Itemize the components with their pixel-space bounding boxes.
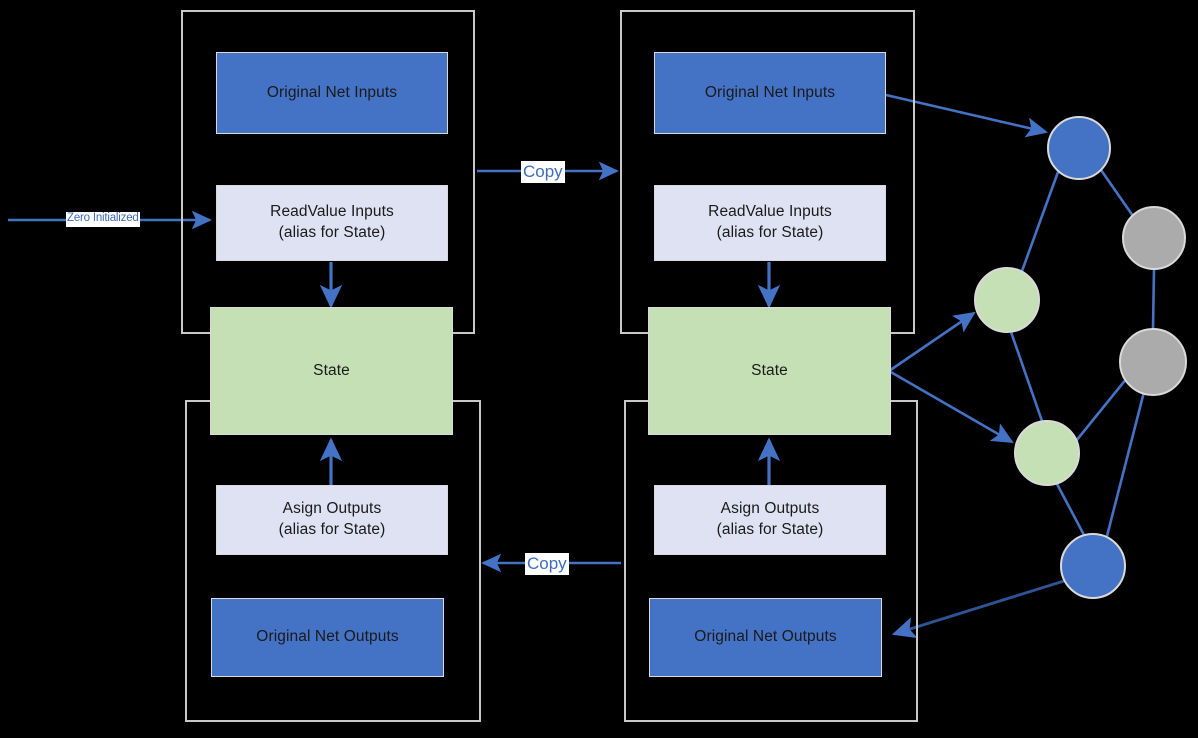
graph-edge-n4-n5 xyxy=(1074,377,1129,442)
graph-edge-n3-n5 xyxy=(1009,331,1044,422)
copy-bottom-label: Copy xyxy=(525,553,569,575)
graph-edge-n1-n2 xyxy=(1099,169,1135,217)
graph-edges xyxy=(1009,169,1156,537)
left-readvalue-inputs-box: ReadValue Inputs (alias for State) xyxy=(216,185,448,261)
copy-top-label: Copy xyxy=(521,161,565,183)
graph-edge-n5-n6 xyxy=(1055,483,1086,536)
graph-node-gray-upper xyxy=(1122,206,1186,270)
diagram-canvas: Original Net Inputs ReadValue Inputs (al… xyxy=(0,0,1198,738)
graph-node-blue-bottom xyxy=(1060,533,1126,599)
graph-edge-n1-n3 xyxy=(1020,171,1060,272)
graph-edge-n4-n6 xyxy=(1105,391,1146,537)
left-original-net-outputs-box: Original Net Outputs xyxy=(211,598,444,677)
connector-layer xyxy=(8,93,1156,639)
graph-node-gray-lower xyxy=(1119,328,1187,396)
graph-node-green-lower xyxy=(1014,420,1080,486)
left-state-box: State xyxy=(210,307,453,435)
graph-node-blue-top xyxy=(1047,116,1111,180)
right-original-net-inputs-box: Original Net Inputs xyxy=(654,52,886,134)
graph-node-layer xyxy=(974,116,1187,599)
edge-node6-to-outputs xyxy=(891,579,1065,639)
left-asign-outputs-box: Asign Outputs (alias for State) xyxy=(216,485,448,555)
graph-edge-n2-n4 xyxy=(1151,268,1156,330)
right-state-box: State xyxy=(648,307,891,435)
right-readvalue-inputs-box: ReadValue Inputs (alias for State) xyxy=(654,185,886,261)
right-asign-outputs-box: Asign Outputs (alias for State) xyxy=(654,485,886,555)
right-original-net-outputs-box: Original Net Outputs xyxy=(649,598,882,677)
left-original-net-inputs-box: Original Net Inputs xyxy=(216,52,448,134)
zero-initialized-label: Zero Initialized xyxy=(66,212,140,227)
graph-node-green-upper xyxy=(974,267,1040,333)
